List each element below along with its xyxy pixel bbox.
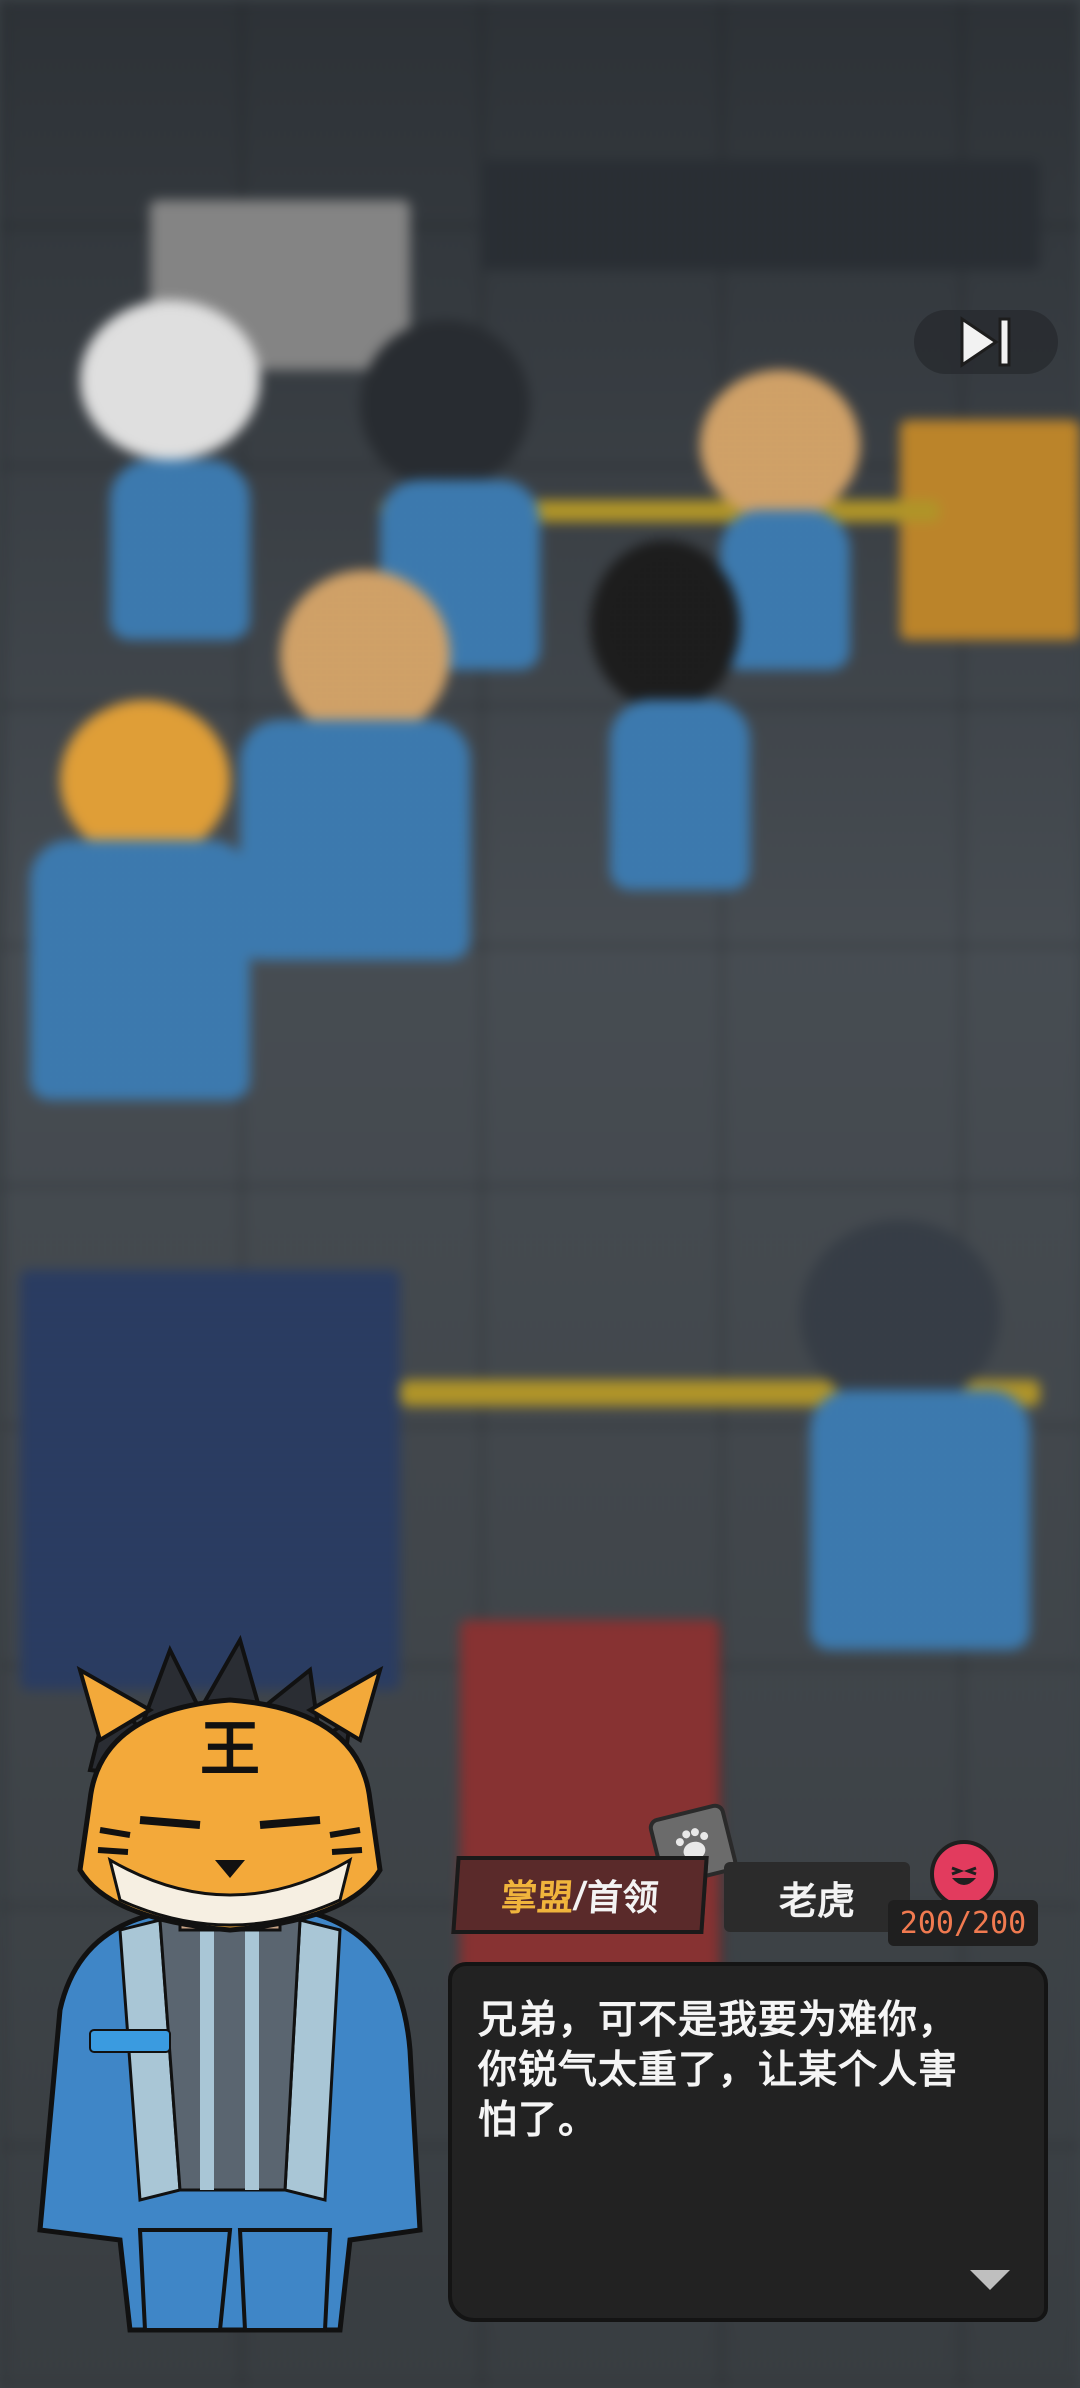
- head-mark-text: 王: [200, 1715, 260, 1785]
- dialog-box[interactable]: 兄弟，可不是我要为难你， 你锐气太重了，让某个人害 怕了。: [448, 1962, 1048, 2322]
- speaker-portrait: 王: [37, 1634, 423, 2333]
- laughing-face-icon: [930, 1840, 998, 1908]
- skip-forward-icon: [960, 316, 1011, 368]
- speaker-title-prefix: 掌盟: [499, 1878, 575, 1919]
- mood-value: 200/200: [888, 1900, 1038, 1946]
- dialog-text: 兄弟，可不是我要为难你， 你锐气太重了，让某个人害 怕了。: [478, 1998, 959, 2143]
- speaker-name: 老虎: [724, 1862, 910, 1932]
- speaker-title-tag: 掌盟 / 首领: [451, 1856, 709, 1934]
- skip-button[interactable]: [914, 310, 1058, 374]
- speaker-title-suffix: 首领: [584, 1878, 660, 1919]
- triangle-down-icon: [970, 2270, 1010, 2290]
